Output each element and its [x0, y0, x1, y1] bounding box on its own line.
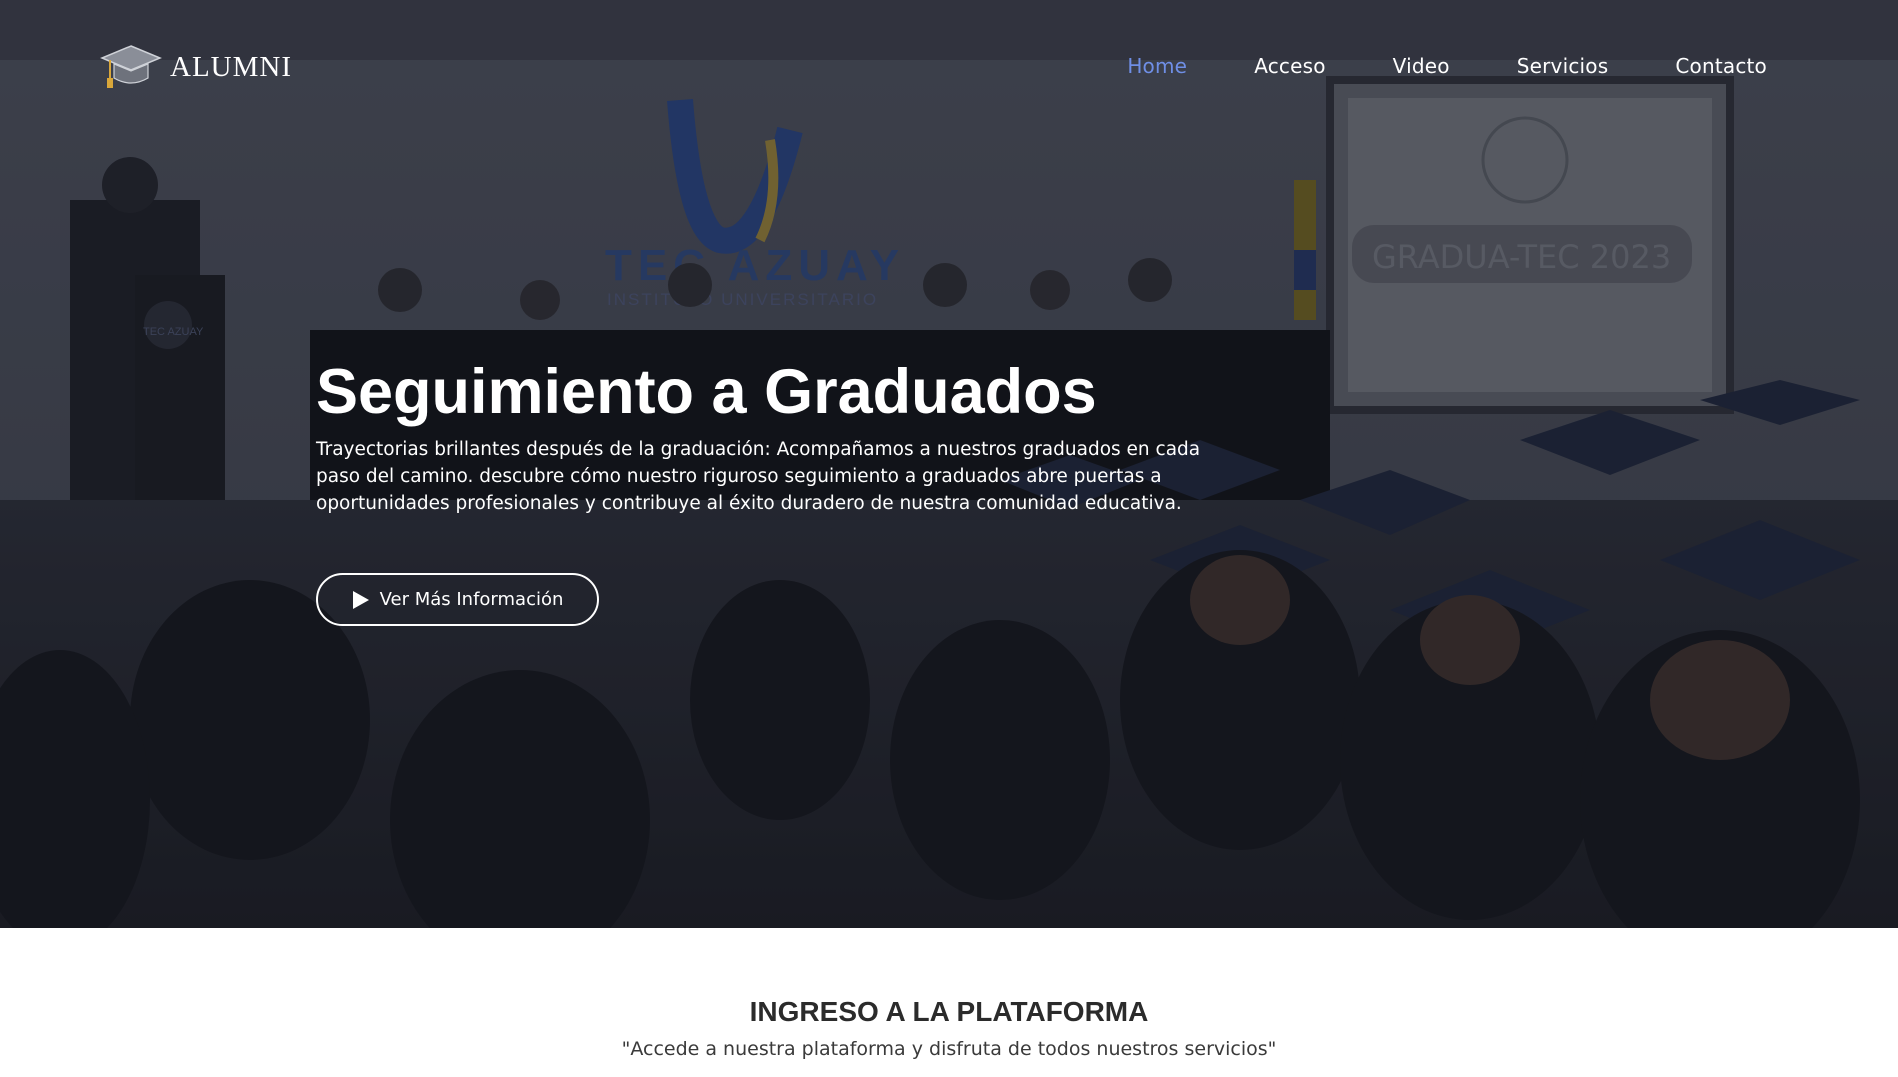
ver-mas-informacion-label: Ver Más Información — [379, 589, 564, 610]
section-subtitle: "Accede a nuestra plataforma y disfruta … — [621, 1038, 1277, 1060]
nav-video[interactable]: Video — [1393, 54, 1450, 78]
ingreso-section: INGRESO A LA PLATAFORMA "Accede a nuestr… — [0, 928, 1898, 1077]
nav-contacto[interactable]: Contacto — [1675, 54, 1767, 78]
nav-servicios[interactable]: Servicios — [1517, 54, 1609, 78]
nav-home[interactable]: Home — [1127, 54, 1187, 78]
section-title: INGRESO A LA PLATAFORMA — [749, 996, 1149, 1027]
hero-title: Seguimiento a Graduados — [316, 357, 1097, 427]
brand-name: ALUMNI — [170, 50, 292, 83]
play-icon — [352, 590, 369, 609]
brand-logo[interactable]: ALUMNI — [100, 42, 292, 92]
graduation-cap-icon — [100, 45, 162, 88]
hero-section: TEC AZUAY INSTITUTO UNIVERSITARIO GRADUA… — [0, 0, 1898, 928]
hero-description: Trayectorias brillantes después de la gr… — [316, 439, 1201, 514]
main-menu: Home Acceso Video Servicios Contacto — [1127, 54, 1767, 78]
navbar: ALUMNI Home Acceso Video Servicios Conta… — [0, 0, 1898, 136]
nav-acceso[interactable]: Acceso — [1254, 54, 1325, 78]
ver-mas-informacion-button[interactable]: Ver Más Información — [316, 573, 599, 626]
